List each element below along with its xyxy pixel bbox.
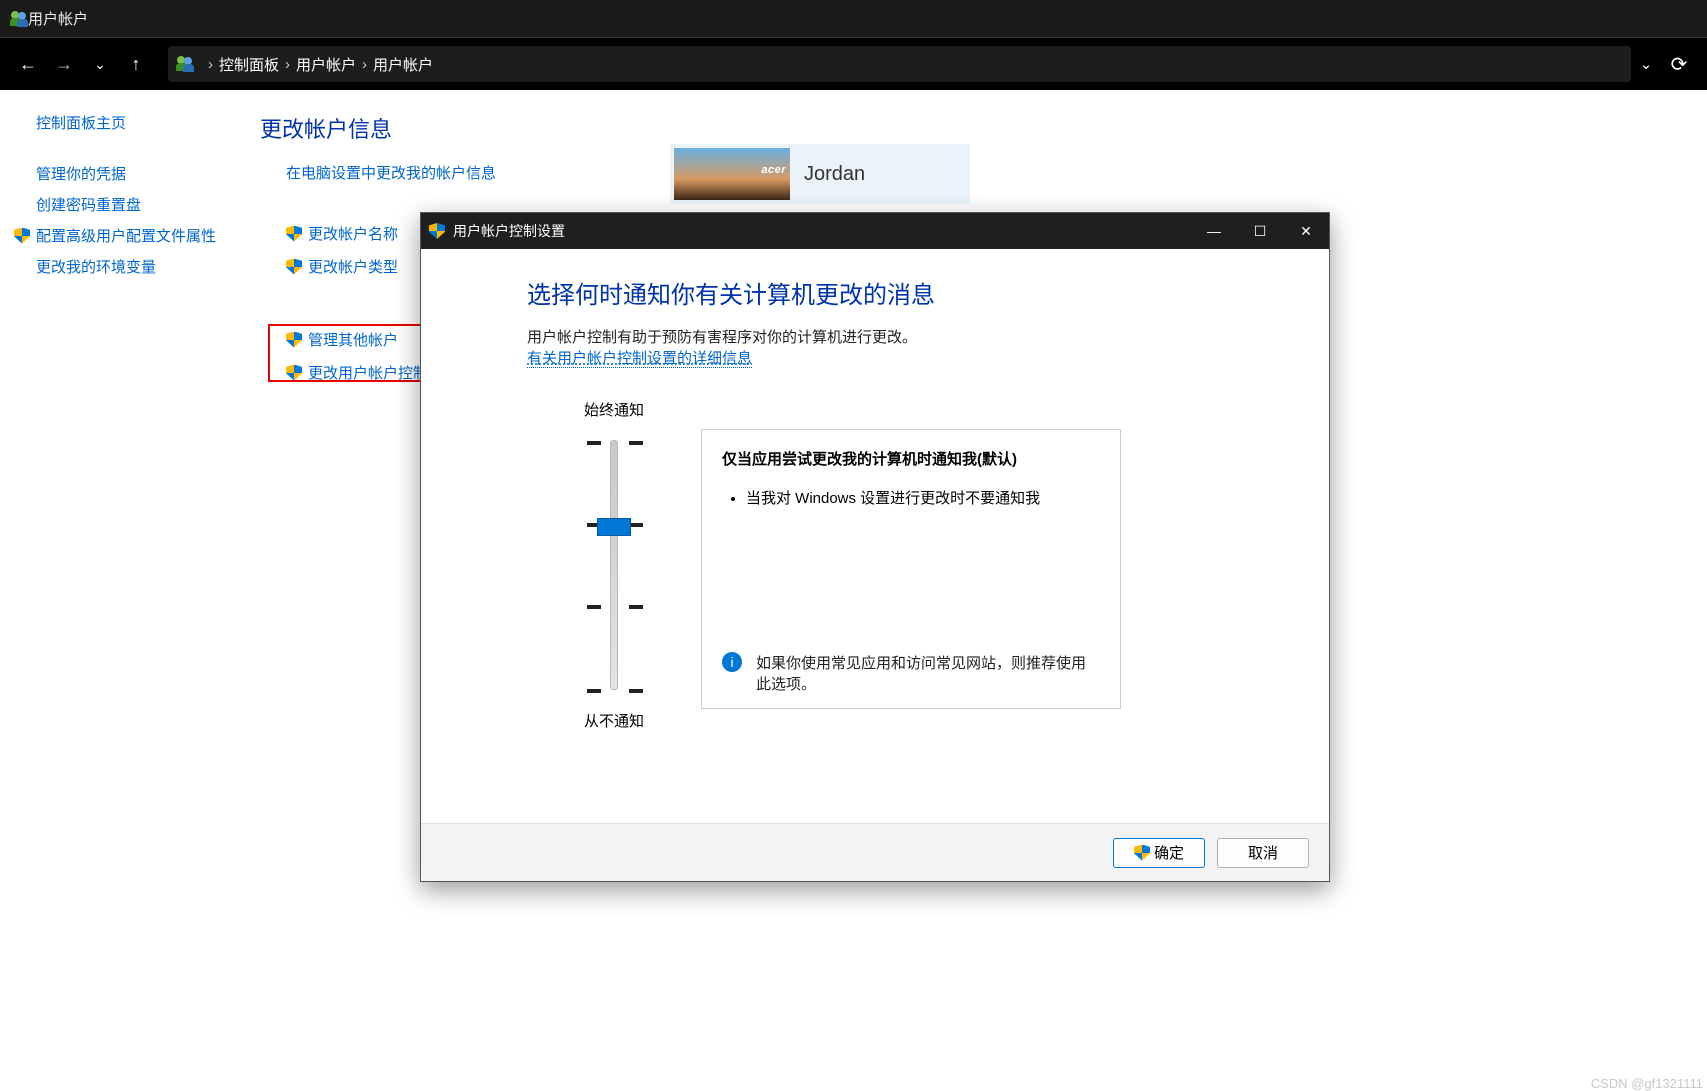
brand-label: acer xyxy=(761,164,786,176)
action-label: 更改帐户类型 xyxy=(308,256,398,277)
address-dropdown[interactable]: ⌄ xyxy=(1631,55,1661,73)
shield-icon xyxy=(286,332,302,348)
breadcrumb-separator: › xyxy=(362,56,367,73)
address-bar[interactable]: › 控制面板 › 用户帐户 › 用户帐户 xyxy=(168,46,1631,82)
watermark: CSDN @gf1321111 xyxy=(1591,1076,1703,1091)
sidebar-link-password-reset[interactable]: 创建密码重置盘 xyxy=(36,194,244,215)
slider-top-label: 始终通知 xyxy=(549,399,679,420)
user-avatar: acer xyxy=(674,148,790,200)
breadcrumb-item[interactable]: 控制面板 xyxy=(219,54,279,75)
sidebar-link-credentials[interactable]: 管理你的凭据 xyxy=(36,163,244,184)
sidebar-link-advanced-profile[interactable]: 配置高级用户配置文件属性 xyxy=(36,225,244,246)
recent-dropdown[interactable]: ⌄ xyxy=(82,46,118,82)
shield-icon xyxy=(286,365,302,381)
shield-icon xyxy=(14,228,30,244)
up-button[interactable]: ↑ xyxy=(118,46,154,82)
control-panel-home-link[interactable]: 控制面板主页 xyxy=(36,112,244,133)
window-titlebar: 用户帐户 xyxy=(0,0,1707,38)
shield-icon xyxy=(286,259,302,275)
page-title: 更改帐户信息 xyxy=(260,112,1677,144)
address-icon xyxy=(176,55,194,73)
user-card: acer Jordan xyxy=(670,144,970,204)
info-panel-heading: 仅当应用尝试更改我的计算机时通知我(默认) xyxy=(722,448,1100,469)
dialog-titlebar[interactable]: 用户帐户控制设置 — ☐ ✕ xyxy=(421,213,1329,249)
user-name: Jordan xyxy=(804,163,865,186)
user-accounts-icon xyxy=(10,10,28,28)
dialog-description: 用户帐户控制有助于预防有害程序对你的计算机进行更改。 xyxy=(527,326,1289,347)
info-icon: i xyxy=(722,652,742,672)
breadcrumb-item[interactable]: 用户帐户 xyxy=(373,54,433,75)
back-button[interactable]: ← xyxy=(10,46,46,82)
sidebar-link-label: 配置高级用户配置文件属性 xyxy=(36,225,216,246)
close-button[interactable]: ✕ xyxy=(1283,213,1329,249)
shield-icon xyxy=(429,223,445,239)
dialog-title: 用户帐户控制设置 xyxy=(453,221,565,241)
dialog-body: 选择何时通知你有关计算机更改的消息 用户帐户控制有助于预防有害程序对你的计算机进… xyxy=(421,249,1329,823)
navigation-toolbar: ← → ⌄ ↑ › 控制面板 › 用户帐户 › 用户帐户 ⌄ ⟳ xyxy=(0,38,1707,90)
slider-thumb[interactable] xyxy=(597,518,631,536)
slider-info-panel: 仅当应用尝试更改我的计算机时通知我(默认) 当我对 Windows 设置进行更改… xyxy=(701,429,1121,709)
action-change-in-settings[interactable]: 在电脑设置中更改我的帐户信息 xyxy=(286,162,1677,183)
dialog-heading: 选择何时通知你有关计算机更改的消息 xyxy=(527,275,1289,310)
breadcrumb-separator: › xyxy=(208,56,213,73)
info-callout: i 如果你使用常见应用和访问常见网站，则推荐使用此选项。 xyxy=(722,652,1100,694)
action-label: 管理其他帐户 xyxy=(308,329,398,350)
dialog-more-link[interactable]: 有关用户帐户控制设置的详细信息 xyxy=(527,350,752,368)
minimize-button[interactable]: — xyxy=(1191,213,1237,249)
shield-icon xyxy=(1134,845,1150,861)
ok-button[interactable]: 确定 xyxy=(1113,838,1205,868)
info-callout-text: 如果你使用常见应用和访问常见网站，则推荐使用此选项。 xyxy=(756,652,1100,694)
uac-settings-dialog: 用户帐户控制设置 — ☐ ✕ 选择何时通知你有关计算机更改的消息 用户帐户控制有… xyxy=(420,212,1330,882)
refresh-button[interactable]: ⟳ xyxy=(1661,46,1697,82)
window-title: 用户帐户 xyxy=(28,8,88,29)
breadcrumb-item[interactable]: 用户帐户 xyxy=(296,54,356,75)
dialog-footer: 确定 取消 xyxy=(421,823,1329,881)
side-panel: 控制面板主页 管理你的凭据 创建密码重置盘 配置高级用户配置文件属性 更改我的环… xyxy=(0,90,260,1091)
shield-icon xyxy=(286,226,302,242)
breadcrumb-separator: › xyxy=(285,56,290,73)
notification-slider[interactable] xyxy=(610,440,618,690)
sidebar-link-env-vars[interactable]: 更改我的环境变量 xyxy=(36,256,244,277)
forward-button[interactable]: → xyxy=(46,46,82,82)
notification-slider-area: 始终通知 从不通知 xyxy=(549,399,679,731)
maximize-button[interactable]: ☐ xyxy=(1237,213,1283,249)
slider-bottom-label: 从不通知 xyxy=(549,710,679,731)
ok-label: 确定 xyxy=(1154,842,1184,863)
action-label: 更改帐户名称 xyxy=(308,223,398,244)
cancel-button[interactable]: 取消 xyxy=(1217,838,1309,868)
info-panel-bullet: 当我对 Windows 设置进行更改时不要通知我 xyxy=(746,487,1100,508)
cancel-label: 取消 xyxy=(1248,842,1278,863)
